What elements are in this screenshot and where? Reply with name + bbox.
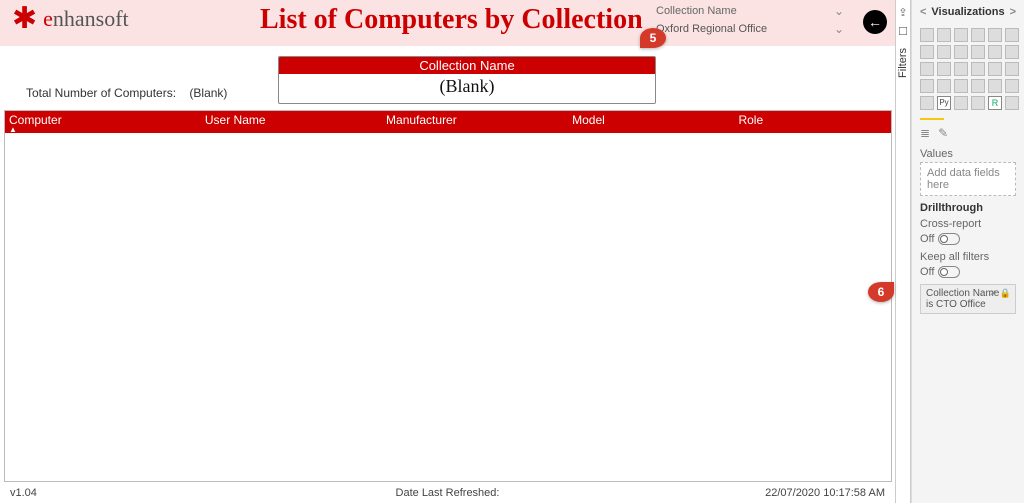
fields-tab-icon[interactable]: ≣: [920, 126, 930, 140]
page-title: List of Computers by Collection: [260, 4, 643, 36]
format-tab-icon[interactable]: ✎: [938, 126, 948, 140]
report-footer: v1.04 Date Last Refreshed: 22/07/2020 10…: [0, 483, 895, 503]
report-header: ✱ enhansoft List of Computers by Collect…: [0, 0, 895, 46]
python-visual-icon[interactable]: Py: [937, 96, 951, 110]
pane-title: Visualizations: [931, 6, 1004, 18]
card-title: Collection Name: [279, 57, 655, 74]
keep-filters-toggle[interactable]: Off: [920, 266, 1016, 278]
refreshed-value: 22/07/2020 10:17:58 AM: [765, 487, 885, 499]
logo-icon: ✱: [12, 4, 37, 34]
close-icon[interactable]: ✕: [989, 288, 997, 299]
drillthrough-title: Drillthrough: [920, 202, 1016, 214]
viz-icon[interactable]: [988, 62, 1002, 76]
viz-icon[interactable]: [937, 45, 951, 59]
toggle-state: Off: [920, 266, 934, 278]
viz-icon[interactable]: [988, 79, 1002, 93]
logo: ✱ enhansoft: [12, 4, 129, 34]
chevron-down-icon[interactable]: ⌄: [834, 4, 844, 18]
toggle-switch-icon: [938, 233, 960, 245]
chevron-right-icon[interactable]: >: [1010, 6, 1016, 18]
fields-tab-underline: [920, 118, 944, 120]
viz-icon[interactable]: [920, 28, 934, 42]
viz-icon[interactable]: [971, 45, 985, 59]
back-arrow-icon: ←: [868, 14, 882, 30]
card-value: (Blank): [279, 74, 655, 97]
filters-pane-toggle[interactable]: Filters: [897, 48, 909, 78]
chevron-down-icon[interactable]: ⌄: [834, 22, 844, 36]
collapsed-rail[interactable]: ⇪ ☐ Filters: [896, 0, 911, 503]
share-icon[interactable]: ⇪: [898, 6, 907, 19]
toggle-state: Off: [920, 233, 934, 245]
table-header-row: Computer ▲ User Name Manufacturer Model …: [5, 111, 891, 133]
pane-tabs: ≣ ✎: [912, 124, 1024, 142]
report-canvas: ✱ enhansoft List of Computers by Collect…: [0, 0, 896, 503]
computer-table[interactable]: Computer ▲ User Name Manufacturer Model …: [4, 110, 892, 482]
viz-icon[interactable]: [920, 79, 934, 93]
toggle-switch-icon: [938, 266, 960, 278]
collection-slicer[interactable]: Collection Name ⌄ Oxford Regional Office…: [650, 4, 850, 38]
refreshed-label: Date Last Refreshed:: [396, 487, 500, 499]
col-username[interactable]: User Name: [201, 113, 382, 127]
values-label: Values: [920, 148, 1016, 160]
viz-icon[interactable]: [954, 62, 968, 76]
total-value: (Blank): [189, 86, 227, 100]
chevron-down-icon[interactable]: ⌄: [979, 288, 987, 299]
keep-filters-label: Keep all filters: [920, 251, 1016, 263]
viz-icon[interactable]: [1005, 28, 1019, 42]
viz-icon[interactable]: [1005, 79, 1019, 93]
col-role[interactable]: Role: [734, 113, 891, 127]
viz-icon[interactable]: [937, 28, 951, 42]
visualizations-pane: < Visualizations > Py R ≣ ✎ Values Add da…: [911, 0, 1024, 503]
pane-header: < Visualizations >: [912, 0, 1024, 24]
total-summary: Total Number of Computers: (Blank): [16, 86, 227, 100]
slicer-header[interactable]: Collection Name ⌄: [650, 4, 850, 20]
collection-card: Collection Name (Blank): [278, 56, 656, 104]
viz-icon[interactable]: [954, 96, 968, 110]
col-computer[interactable]: Computer ▲: [5, 113, 201, 133]
col-model[interactable]: Model: [568, 113, 734, 127]
cross-report-label: Cross-report: [920, 218, 1016, 230]
slicer-value-text: Oxford Regional Office: [656, 23, 767, 35]
col-manufacturer[interactable]: Manufacturer: [382, 113, 568, 127]
drill-field-value: is CTO Office: [926, 299, 1010, 310]
back-button[interactable]: ←: [863, 10, 887, 34]
viz-icon[interactable]: [1005, 96, 1019, 110]
viz-icon[interactable]: [920, 96, 934, 110]
drillthrough-field-card[interactable]: Collection Name is CTO Office ⌄ ✕ 🔒: [920, 284, 1016, 314]
viz-icon[interactable]: [1005, 62, 1019, 76]
viz-icon[interactable]: [1005, 45, 1019, 59]
viz-icon[interactable]: [954, 79, 968, 93]
viz-icon[interactable]: [937, 79, 951, 93]
viz-icon[interactable]: [920, 45, 934, 59]
viz-icon[interactable]: [971, 28, 985, 42]
logo-text: enhansoft: [43, 6, 129, 32]
slicer-label-text: Collection Name: [656, 5, 737, 17]
viz-icon[interactable]: [971, 96, 985, 110]
viz-icon[interactable]: [937, 62, 951, 76]
sort-asc-icon: ▲: [9, 127, 201, 133]
viz-icon[interactable]: [954, 28, 968, 42]
total-label: Total Number of Computers:: [26, 86, 176, 100]
slicer-value-row[interactable]: Oxford Regional Office ⌄: [650, 20, 850, 38]
viz-icon[interactable]: [988, 45, 1002, 59]
viz-icon[interactable]: [971, 79, 985, 93]
lock-icon[interactable]: 🔒: [1000, 288, 1011, 299]
cross-report-toggle[interactable]: Off: [920, 233, 1016, 245]
annotation-5: 5: [640, 28, 666, 48]
viz-icon[interactable]: [988, 28, 1002, 42]
bookmark-icon[interactable]: ☐: [898, 25, 908, 38]
viz-icon[interactable]: [954, 45, 968, 59]
viz-type-grid: Py R: [912, 24, 1024, 116]
viz-icon[interactable]: [920, 62, 934, 76]
version-label: v1.04: [10, 487, 37, 499]
viz-icon[interactable]: [971, 62, 985, 76]
chevron-left-icon[interactable]: <: [920, 6, 926, 18]
annotation-6: 6: [868, 282, 894, 302]
r-visual-icon[interactable]: R: [988, 96, 1002, 110]
values-field-well[interactable]: Add data fields here: [920, 162, 1016, 196]
